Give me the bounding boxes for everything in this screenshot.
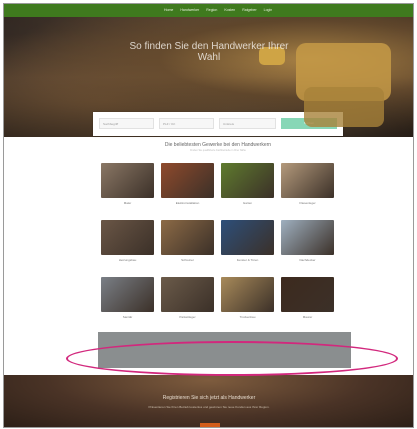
category-image[interactable] (101, 277, 154, 312)
category-label[interactable]: Dachdecker (281, 258, 334, 262)
register-button[interactable] (200, 423, 220, 427)
radius-select[interactable]: Umkreis (219, 118, 276, 129)
nav-item[interactable]: Handwerker (180, 7, 199, 13)
category-image[interactable] (221, 277, 274, 312)
tool-pouch-image (304, 87, 384, 127)
category-label[interactable]: Elektroinstallation (161, 201, 214, 205)
category-card[interactable]: Garten (218, 163, 278, 220)
category-image[interactable] (281, 163, 334, 198)
category-image[interactable] (221, 163, 274, 198)
nav-menu: Home Handwerker Region Kosten Ratgeber L… (164, 7, 272, 13)
category-label[interactable]: Trockenbau (221, 315, 274, 319)
highlight-ellipse (66, 341, 398, 376)
category-label[interactable]: Heizungsbau (101, 258, 154, 262)
category-grid: Maler Elektroinstallation Garten Fliesen… (98, 163, 338, 334)
category-card[interactable]: Trockenbau (218, 277, 278, 334)
category-card[interactable]: Maurer (278, 277, 338, 334)
category-image[interactable] (161, 277, 214, 312)
category-card[interactable]: Sanitär (98, 277, 158, 334)
category-card[interactable]: Maler (98, 163, 158, 220)
category-card[interactable]: Schreiner (158, 220, 218, 277)
category-label[interactable]: Fliesenleger (281, 201, 334, 205)
keyword-input[interactable]: Suchbegriff (99, 118, 154, 129)
nav-item[interactable]: Region (206, 7, 217, 13)
footer-text: Präsentieren Sie Ihren Betrieb kostenlos… (148, 405, 270, 409)
category-card[interactable]: Fenster & Türen (218, 220, 278, 277)
category-image[interactable] (281, 220, 334, 255)
category-label[interactable]: Maler (101, 201, 154, 205)
category-label[interactable]: Garten (221, 201, 274, 205)
category-image[interactable] (281, 277, 334, 312)
category-image[interactable] (161, 163, 214, 198)
category-card[interactable]: Dachdecker (278, 220, 338, 277)
hero-title: So finden Sie den Handwerker Ihrer Wahl (129, 41, 289, 63)
category-label[interactable]: Parkettleger (161, 315, 214, 319)
category-label[interactable]: Sanitär (101, 315, 154, 319)
category-label[interactable]: Fenster & Türen (221, 258, 274, 262)
category-image[interactable] (101, 220, 154, 255)
category-card[interactable]: Heizungsbau (98, 220, 158, 277)
nav-item[interactable]: Home (164, 7, 173, 13)
category-image[interactable] (161, 220, 214, 255)
category-card[interactable]: Elektroinstallation (158, 163, 218, 220)
category-label[interactable]: Maurer (281, 315, 334, 319)
category-image[interactable] (101, 163, 154, 198)
category-image[interactable] (221, 220, 274, 255)
nav-item[interactable]: Kosten (224, 7, 235, 13)
footer-title: Registrieren Sie sich jetzt als Handwerk… (162, 395, 256, 401)
category-card[interactable]: Parkettleger (158, 277, 218, 334)
top-navigation: Home Handwerker Region Kosten Ratgeber L… (4, 4, 413, 17)
location-input[interactable]: PLZ / Ort (159, 118, 214, 129)
section-subtitle: Finden Sie qualifizierte Fachbetriebe in… (190, 149, 246, 152)
category-label[interactable]: Schreiner (161, 258, 214, 262)
nav-item[interactable]: Login (264, 7, 273, 13)
footer-banner: Registrieren Sie sich jetzt als Handwerk… (4, 375, 413, 427)
category-card[interactable]: Fliesenleger (278, 163, 338, 220)
nav-item[interactable]: Ratgeber (242, 7, 256, 13)
section-title: Die beliebtesten Gewerke bei den Handwer… (164, 142, 272, 148)
